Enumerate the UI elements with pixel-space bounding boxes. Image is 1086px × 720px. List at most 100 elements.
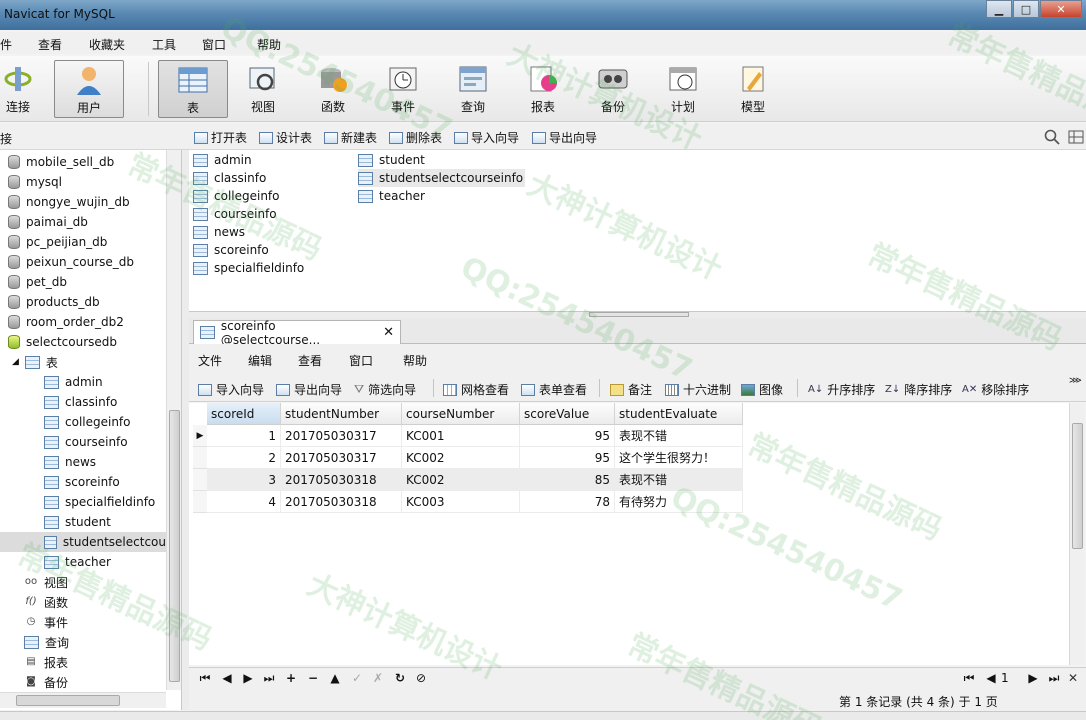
page-number-field[interactable]: 1 [1001, 671, 1009, 685]
schedule-button[interactable]: 计划 [653, 60, 713, 118]
menu-favorites[interactable]: 收藏夹 [89, 36, 125, 53]
tree-db-1[interactable]: mysql [8, 172, 174, 192]
column-header-studentEvaluate[interactable]: studentEvaluate [615, 403, 743, 425]
tree-group-functions[interactable]: f() 函数 [24, 592, 181, 612]
tree-table-classinfo[interactable]: classinfo [44, 392, 181, 412]
tree-db-5[interactable]: peixun_course_db [8, 252, 174, 272]
search-icon[interactable] [1044, 129, 1060, 145]
table-menu-file[interactable]: 文件 [198, 352, 222, 369]
backup-button[interactable]: 备份 [583, 60, 643, 118]
delete-record-button[interactable]: − [305, 671, 321, 685]
grid-view-icon[interactable] [1068, 130, 1084, 144]
form-view-button[interactable]: 表单查看 [521, 381, 587, 398]
connect-button[interactable]: 连接 [0, 60, 46, 118]
last-page-button[interactable]: ⏭ [1046, 671, 1062, 686]
tools-icon[interactable]: ✕ [1065, 671, 1081, 685]
tree-db-selectcoursedb[interactable]: selectcoursedb [8, 332, 174, 352]
table-cell[interactable]: 201705030318 [281, 491, 402, 513]
object-classinfo[interactable]: classinfo [193, 169, 266, 187]
tree-group-queries[interactable]: 查询 [24, 632, 181, 652]
tree-table-admin[interactable]: admin [44, 372, 181, 392]
report-button[interactable]: 报表 [513, 60, 573, 118]
view-button[interactable]: 视图 [233, 60, 293, 118]
tree-group-events[interactable]: ◷ 事件 [24, 612, 181, 632]
menu-help[interactable]: 帮助 [257, 36, 281, 53]
design-table-button[interactable]: 设计表 [259, 129, 312, 146]
tree-table-scoreinfo[interactable]: scoreinfo [44, 472, 181, 492]
table-cell[interactable]: KC003 [402, 491, 520, 513]
object-collegeinfo[interactable]: collegeinfo [193, 187, 280, 205]
tab-close-icon[interactable]: ✕ [383, 325, 394, 340]
first-page-button[interactable]: ⏮ [961, 671, 977, 686]
current-row-indicator-icon[interactable]: ▶ [193, 425, 207, 447]
tree-vertical-scrollbar[interactable] [166, 150, 181, 690]
tree-table-specialfieldinfo[interactable]: specialfieldinfo [44, 492, 181, 512]
stop-button[interactable]: ⊘ [413, 671, 429, 685]
table-cell[interactable]: 201705030317 [281, 447, 402, 469]
tree-hscroll-thumb[interactable] [16, 695, 120, 706]
hex-button[interactable]: 十六进制 [665, 381, 731, 398]
column-header-studentNumber[interactable]: studentNumber [281, 403, 402, 425]
menu-view[interactable]: 查看 [38, 36, 62, 53]
table-menu-window[interactable]: 窗口 [349, 352, 373, 369]
table-cell[interactable]: 表现不错 [615, 469, 743, 491]
object-scoreinfo[interactable]: scoreinfo [193, 241, 269, 259]
table-cell[interactable]: 4 [207, 491, 281, 513]
grid-view-button[interactable]: 网格查看 [443, 381, 509, 398]
object-studentselectcourseinfo[interactable]: studentselectcourseinfo [358, 169, 526, 187]
prev-record-button[interactable]: ◀ [219, 671, 235, 685]
apply-changes-button[interactable]: ✓ [349, 671, 365, 685]
tree-group-views[interactable]: oo 视图 [24, 572, 181, 592]
grid-scroll-thumb[interactable] [1072, 423, 1083, 549]
column-header-courseNumber[interactable]: courseNumber [402, 403, 520, 425]
tree-table-student[interactable]: student [44, 512, 181, 532]
user-button[interactable]: 用户 [54, 60, 124, 118]
close-button[interactable]: ✕ [1040, 0, 1082, 18]
tree-group-tables[interactable]: ◢ 表 [12, 352, 178, 372]
table-cell[interactable]: 201705030318 [281, 469, 402, 491]
tree-db-2[interactable]: nongye_wujin_db [8, 192, 174, 212]
table-export-button[interactable]: 导出向导 [276, 381, 342, 398]
function-button[interactable]: 函数 [303, 60, 363, 118]
grid-vertical-scrollbar[interactable] [1069, 403, 1085, 665]
maximize-button[interactable]: □ [1013, 0, 1039, 18]
table-import-button[interactable]: 导入向导 [198, 381, 264, 398]
tree-db-4[interactable]: pc_peijian_db [8, 232, 174, 252]
remove-sort-button[interactable]: A✕ 移除排序 [962, 381, 1029, 398]
column-header-scoreId[interactable]: scoreId [207, 403, 281, 425]
table-cell[interactable]: 表现不错 [615, 425, 743, 447]
sort-desc-button[interactable]: Z↓ 降序排序 [885, 381, 952, 398]
edit-record-button[interactable]: ▲ [327, 671, 343, 685]
table-cell[interactable]: 3 [207, 469, 281, 491]
expand-arrow-icon[interactable]: ◢ [12, 357, 19, 367]
delete-table-button[interactable]: 删除表 [389, 129, 442, 146]
object-courseinfo[interactable]: courseinfo [193, 205, 277, 223]
tree-group-backups[interactable]: ◙ 备份 [24, 672, 181, 692]
tree-db-6[interactable]: pet_db [8, 272, 174, 292]
tree-table-news[interactable]: news [44, 452, 181, 472]
sort-asc-button[interactable]: A↓ 升序排序 [808, 381, 875, 398]
event-button[interactable]: 事件 [373, 60, 433, 118]
object-specialfieldinfo[interactable]: specialfieldinfo [193, 259, 304, 277]
table-button[interactable]: 表 [158, 60, 228, 118]
table-menu-edit[interactable]: 编辑 [248, 352, 272, 369]
tree-scroll-thumb[interactable] [169, 410, 180, 682]
menu-window[interactable]: 窗口 [202, 36, 226, 53]
table-cell[interactable]: 95 [520, 447, 615, 469]
model-button[interactable]: 模型 [723, 60, 783, 118]
table-cell[interactable]: KC001 [402, 425, 520, 447]
table-cell[interactable]: 1 [207, 425, 281, 447]
export-wizard-button[interactable]: 导出向导 [532, 129, 597, 146]
tree-table-studentselectcourseinfo[interactable]: studentselectcou [0, 532, 166, 552]
column-header-scoreValue[interactable]: scoreValue [520, 403, 615, 425]
tree-horizontal-scrollbar[interactable] [0, 692, 166, 708]
new-table-button[interactable]: 新建表 [324, 129, 377, 146]
last-record-button[interactable]: ⏭ [261, 671, 277, 686]
tree-table-teacher[interactable]: teacher [44, 552, 181, 572]
tree-table-courseinfo[interactable]: courseinfo [44, 432, 181, 452]
tree-table-collegeinfo[interactable]: collegeinfo [44, 412, 181, 432]
splitter-grip[interactable] [589, 312, 689, 317]
tree-db-0[interactable]: mobile_sell_db [8, 152, 174, 172]
tree-db-3[interactable]: paimai_db [8, 212, 174, 232]
table-cell[interactable]: 2 [207, 447, 281, 469]
